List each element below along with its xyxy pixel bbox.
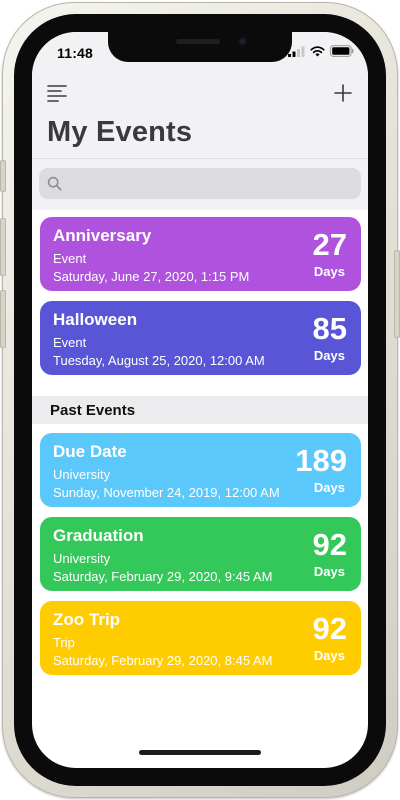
event-category: Event — [53, 335, 87, 350]
event-card-due-date[interactable]: Due Date University Sunday, November 24,… — [40, 433, 361, 507]
battery-icon — [330, 45, 354, 57]
page-title: My Events — [47, 116, 193, 148]
event-title: Halloween — [53, 310, 138, 329]
event-date: Sunday, November 24, 2019, 12:00 AM — [53, 485, 280, 500]
event-days-count: 92 — [312, 527, 347, 562]
event-days-label: Days — [313, 480, 345, 495]
event-card-halloween[interactable]: Halloween Event Tuesday, August 25, 2020… — [40, 301, 361, 375]
volume-up-button — [0, 218, 6, 276]
past-events-header: Past Events — [32, 396, 368, 424]
event-title: Due Date — [53, 442, 127, 461]
app-screen: My Events 11:48 Anniversary Event Saturd… — [32, 32, 368, 768]
event-card-zoo-trip[interactable]: Zoo Trip Trip Saturday, February 29, 202… — [40, 601, 361, 675]
search-bar[interactable] — [39, 168, 361, 199]
upcoming-events-list: Anniversary Event Saturday, June 27, 202… — [32, 217, 368, 385]
status-icons — [288, 45, 354, 57]
event-card-graduation[interactable]: Graduation University Saturday, February… — [40, 517, 361, 591]
event-title: Zoo Trip — [53, 610, 121, 629]
event-days-count: 92 — [312, 611, 347, 646]
event-days-label: Days — [313, 648, 345, 663]
event-category: Trip — [53, 635, 75, 650]
search-input[interactable] — [67, 168, 355, 199]
side-button — [394, 250, 400, 338]
search-icon — [47, 176, 62, 191]
status-time: 11:48 — [57, 45, 94, 61]
event-category: University — [53, 551, 111, 566]
menu-button[interactable] — [46, 82, 68, 104]
section-header-label: Past Events — [50, 402, 136, 419]
event-days-count: 27 — [312, 227, 347, 262]
front-camera — [238, 37, 247, 46]
notch — [108, 32, 292, 62]
event-date: Tuesday, August 25, 2020, 12:00 AM — [53, 353, 265, 368]
event-date: Saturday, February 29, 2020, 9:45 AM — [53, 569, 273, 584]
past-events-list: Due Date University Sunday, November 24,… — [32, 433, 368, 685]
event-date: Saturday, February 29, 2020, 8:45 AM — [53, 653, 273, 668]
event-days-label: Days — [313, 348, 345, 363]
add-event-button[interactable] — [332, 82, 354, 104]
event-days-count: 189 — [295, 443, 347, 478]
event-card-anniversary[interactable]: Anniversary Event Saturday, June 27, 202… — [40, 217, 361, 291]
event-title: Graduation — [53, 526, 144, 545]
event-category: University — [53, 467, 111, 482]
mute-switch — [0, 160, 6, 192]
event-days-count: 85 — [312, 311, 347, 346]
phone-device: My Events 11:48 Anniversary Event Saturd… — [0, 0, 400, 800]
menu-lines-icon — [47, 85, 67, 102]
event-days-label: Days — [313, 264, 345, 279]
wifi-icon — [310, 45, 325, 56]
event-category: Event — [53, 251, 87, 266]
speaker-grill — [176, 39, 220, 44]
event-title: Anniversary — [53, 226, 152, 245]
event-days-label: Days — [313, 564, 345, 579]
plus-icon — [334, 84, 352, 102]
event-date: Saturday, June 27, 2020, 1:15 PM — [53, 269, 250, 284]
home-indicator[interactable] — [139, 750, 261, 755]
nav-divider — [32, 158, 368, 159]
volume-down-button — [0, 290, 6, 348]
